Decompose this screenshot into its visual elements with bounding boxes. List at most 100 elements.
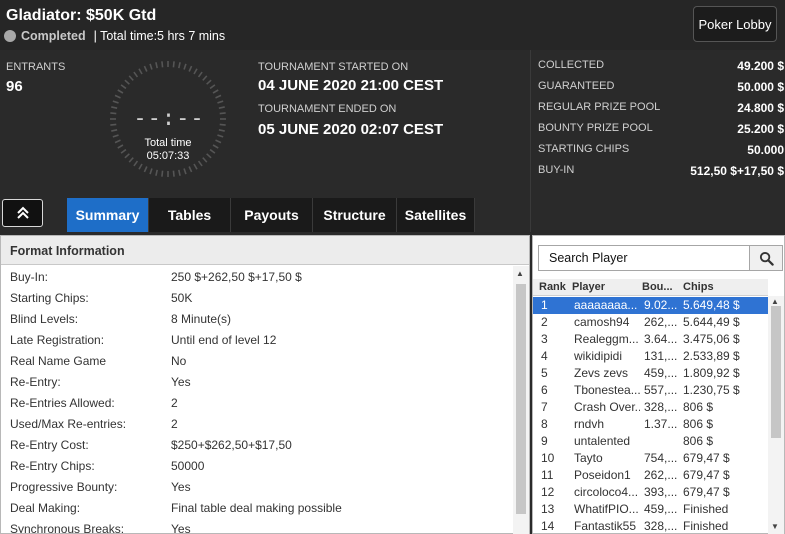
collapse-button[interactable] xyxy=(2,199,43,227)
tab-payouts[interactable]: Payouts xyxy=(231,198,313,232)
prize-label: STARTING CHIPS xyxy=(538,143,630,155)
tab-structure[interactable]: Structure xyxy=(313,198,397,232)
prize-value: 50.000 $ xyxy=(737,80,784,94)
clock-digits: --:-- xyxy=(133,106,205,131)
format-row: Re-Entry Cost: $250+$262,50+$17,50 xyxy=(1,435,513,456)
cell-bounty: 328,... xyxy=(644,519,678,533)
col-bounty[interactable]: Bou... xyxy=(642,281,673,293)
cell-chips: Finished xyxy=(683,519,729,533)
format-key: Re-Entry: xyxy=(10,375,61,389)
double-chevron-up-icon xyxy=(16,206,29,219)
format-row: Synchronous Breaks: Yes xyxy=(1,519,513,533)
cell-bounty: 131,... xyxy=(644,349,678,363)
table-row[interactable]: 2 camosh94 262,... 5.644,49 $ xyxy=(533,314,768,331)
cell-player: Tbonestea... xyxy=(574,383,640,397)
format-value: Yes xyxy=(171,480,191,494)
cell-rank: 7 xyxy=(541,400,548,414)
cell-chips: 679,47 $ xyxy=(683,451,730,465)
format-value: Final table deal making possible xyxy=(171,501,342,515)
format-key: Blind Levels: xyxy=(10,312,79,326)
format-value: No xyxy=(171,354,187,368)
cell-chips: 806 $ xyxy=(683,417,714,431)
cell-player: Fantastik55 xyxy=(574,519,637,533)
cell-rank: 2 xyxy=(541,315,548,329)
table-row[interactable]: 11 Poseidon1 262,... 679,47 $ xyxy=(533,467,768,484)
prize-value: 50.000 xyxy=(747,143,784,157)
cell-player: wikidipidi xyxy=(574,349,623,363)
scroll-up-icon[interactable]: ▲ xyxy=(516,269,524,278)
cell-rank: 4 xyxy=(541,349,548,363)
table-row[interactable]: 4 wikidipidi 131,... 2.533,89 $ xyxy=(533,348,768,365)
table-row[interactable]: 8 rndvh 1.37... 806 $ xyxy=(533,416,768,433)
table-row[interactable]: 10 Tayto 754,... 679,47 $ xyxy=(533,450,768,467)
format-key: Deal Making: xyxy=(10,501,81,515)
table-row[interactable]: 12 circoloco4... 393,... 679,47 $ xyxy=(533,484,768,501)
col-player[interactable]: Player xyxy=(572,281,605,293)
cell-rank: 8 xyxy=(541,417,548,431)
header: Gladiator: $50K Gtd Completed | Total ti… xyxy=(0,0,785,50)
scrollbar-thumb[interactable] xyxy=(516,284,526,514)
cell-player: WhatifPIO... xyxy=(574,502,639,516)
status-row: Completed | Total time:5 hrs 7 mins xyxy=(4,29,225,43)
tab-satellites[interactable]: Satellites xyxy=(397,198,475,232)
cell-bounty: 262,... xyxy=(644,315,678,329)
cell-bounty: 3.64... xyxy=(644,332,678,346)
format-key: Used/Max Re-entries: xyxy=(10,417,127,431)
cell-bounty: 328,... xyxy=(644,400,678,414)
prize-label: BOUNTY PRIZE POOL xyxy=(538,122,653,134)
prize-row-starting-chips: STARTING CHIPS 50.000 xyxy=(538,143,784,159)
cell-chips: 3.475,06 $ xyxy=(683,332,740,346)
scroll-up-icon[interactable]: ▲ xyxy=(771,297,779,306)
format-header: Format Information xyxy=(1,236,529,265)
table-row[interactable]: 7 Crash Over... 328,... 806 $ xyxy=(533,399,768,416)
cell-player: Poseidon1 xyxy=(574,468,631,482)
started-label: TOURNAMENT STARTED ON xyxy=(258,61,409,73)
cell-rank: 11 xyxy=(541,468,554,482)
col-rank[interactable]: Rank xyxy=(539,281,566,293)
format-row: Re-Entry: Yes xyxy=(1,372,513,393)
poker-lobby-button[interactable]: Poker Lobby xyxy=(693,6,777,42)
format-scrollbar[interactable]: ▲ xyxy=(513,266,529,534)
started-value: 04 JUNE 2020 21:00 CEST xyxy=(258,77,444,94)
prize-value: 512,50 $+17,50 $ xyxy=(690,164,784,178)
player-scrollbar[interactable]: ▲ ▼ xyxy=(768,296,784,534)
search-player-input[interactable] xyxy=(538,245,750,271)
table-row[interactable]: 9 untalented 806 $ xyxy=(533,433,768,450)
table-row[interactable]: 1 aaaaaaaa... 9.02... 5.649,48 $ xyxy=(533,297,768,314)
prize-row-guaranteed: GUARANTEED 50.000 $ xyxy=(538,80,784,96)
cell-chips: 1.809,92 $ xyxy=(683,366,740,380)
format-row: Starting Chips: 50K xyxy=(1,288,513,309)
cell-chips: 679,47 $ xyxy=(683,468,730,482)
table-row[interactable]: 5 Zevs zevs 459,... 1.809,92 $ xyxy=(533,365,768,382)
format-value: 50K xyxy=(171,291,193,305)
table-row[interactable]: 3 Realeggm... 3.64... 3.475,06 $ xyxy=(533,331,768,348)
page-title: Gladiator: $50K Gtd xyxy=(6,7,157,24)
prize-row-buy-in: BUY-IN 512,50 $+17,50 $ xyxy=(538,164,784,180)
format-value: 50000 xyxy=(171,459,205,473)
cell-player: Tayto xyxy=(574,451,603,465)
scrollbar-thumb[interactable] xyxy=(771,306,781,438)
table-row[interactable]: 13 WhatifPIO... 459,... Finished xyxy=(533,501,768,518)
cell-player: rndvh xyxy=(574,417,605,431)
format-key: Starting Chips: xyxy=(10,291,89,305)
tab-summary[interactable]: Summary xyxy=(67,198,149,232)
entrants-value: 96 xyxy=(6,78,23,95)
cell-chips: 5.649,48 $ xyxy=(683,298,740,312)
player-list: 1 aaaaaaaa... 9.02... 5.649,48 $ 2 camosh94 26… xyxy=(533,297,768,534)
tab-tables[interactable]: Tables xyxy=(149,198,231,232)
format-key: Buy-In: xyxy=(10,270,49,284)
prize-row-bounty-pool: BOUNTY PRIZE POOL 25.200 $ xyxy=(538,122,784,138)
table-row[interactable]: 14 Fantastik55 328,... Finished xyxy=(533,518,768,534)
col-chips[interactable]: Chips xyxy=(683,281,714,293)
cell-chips: 2.533,89 $ xyxy=(683,349,740,363)
clock-value: 05:07:33 xyxy=(146,150,190,162)
cell-bounty: 393,... xyxy=(644,485,678,499)
clock-label: Total time xyxy=(144,137,192,149)
cell-player: untalented xyxy=(574,434,631,448)
scroll-down-icon[interactable]: ▼ xyxy=(771,522,779,531)
player-table-header: Rank Player Bou... Chips xyxy=(533,279,768,296)
search-button[interactable] xyxy=(749,245,783,271)
format-value: 8 Minute(s) xyxy=(171,312,232,326)
cell-bounty: 557,... xyxy=(644,383,678,397)
table-row[interactable]: 6 Tbonestea... 557,... 1.230,75 $ xyxy=(533,382,768,399)
